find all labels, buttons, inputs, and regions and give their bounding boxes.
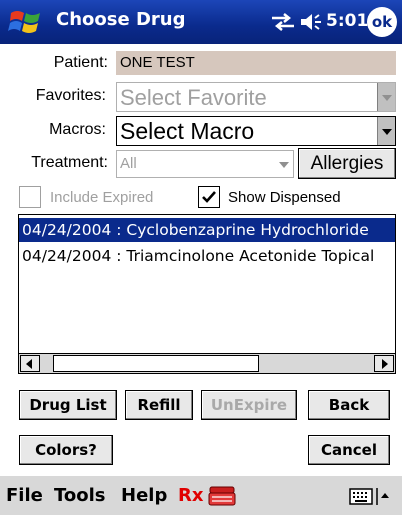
speaker-icon[interactable] [299,10,323,34]
drug-list-button[interactable]: Drug List [19,390,117,420]
menu-help[interactable]: Help [121,485,167,506]
windows-flag-icon[interactable] [8,7,44,37]
favorites-label: Favorites: [35,87,106,104]
scroll-right-button[interactable] [374,355,394,372]
allergies-button[interactable]: Allergies [298,148,396,179]
favorites-value: Select Favorite [120,85,267,110]
favorites-dropdown[interactable]: Select Favorite [116,82,396,112]
keyboard-icon[interactable] [349,488,373,505]
ok-button[interactable]: ok [367,7,397,37]
checkmark-icon [202,191,216,203]
chevron-down-icon[interactable] [275,151,293,177]
menu-file[interactable]: File [6,485,43,506]
chevron-right-icon [382,359,388,369]
back-button[interactable]: Back [308,390,390,420]
scroll-thumb[interactable] [53,355,259,372]
include-expired-checkbox[interactable] [19,186,41,208]
patient-label: Patient: [53,54,108,71]
list-item[interactable]: 04/24/2004 : Triamcinolone Acetonide Top… [19,244,395,268]
pill-box-icon[interactable] [207,485,237,507]
refill-button[interactable]: Refill [125,390,193,420]
include-expired-label: Include Expired [50,189,154,206]
scroll-left-button[interactable] [20,355,40,372]
title-bar: Choose Drug 5:01 ok [0,0,402,44]
connectivity-icon[interactable] [270,10,296,34]
treatment-value: All [120,155,137,172]
input-panel-arrow-icon[interactable] [376,488,390,505]
horizontal-scrollbar[interactable] [19,353,395,373]
menu-tools[interactable]: Tools [54,485,106,506]
clock[interactable]: 5:01 [326,11,368,31]
macros-dropdown[interactable]: Select Macro [116,116,396,146]
show-dispensed-label: Show Dispensed [228,189,341,206]
treatment-dropdown[interactable]: All [116,150,294,178]
chevron-down-icon[interactable] [377,117,395,145]
show-dispensed-checkbox[interactable] [198,186,220,208]
drug-list[interactable]: 04/24/2004 : Cyclobenzaprine Hydrochlori… [18,214,396,374]
menu-bar: File Tools Help Rx [0,475,402,515]
chevron-down-icon[interactable] [377,83,395,111]
window-title: Choose Drug [56,9,186,30]
treatment-label: Treatment: [31,154,108,171]
unexpire-button[interactable]: UnExpire [201,390,297,420]
macros-value: Select Macro [120,118,255,144]
macros-label: Macros: [49,121,106,138]
colors-button[interactable]: Colors? [19,435,113,465]
patient-field: ONE TEST [116,51,396,75]
chevron-left-icon [26,359,32,369]
menu-rx[interactable]: Rx [178,485,203,506]
cancel-button[interactable]: Cancel [308,435,390,465]
list-item[interactable]: 04/24/2004 : Cyclobenzaprine Hydrochlori… [19,218,395,242]
